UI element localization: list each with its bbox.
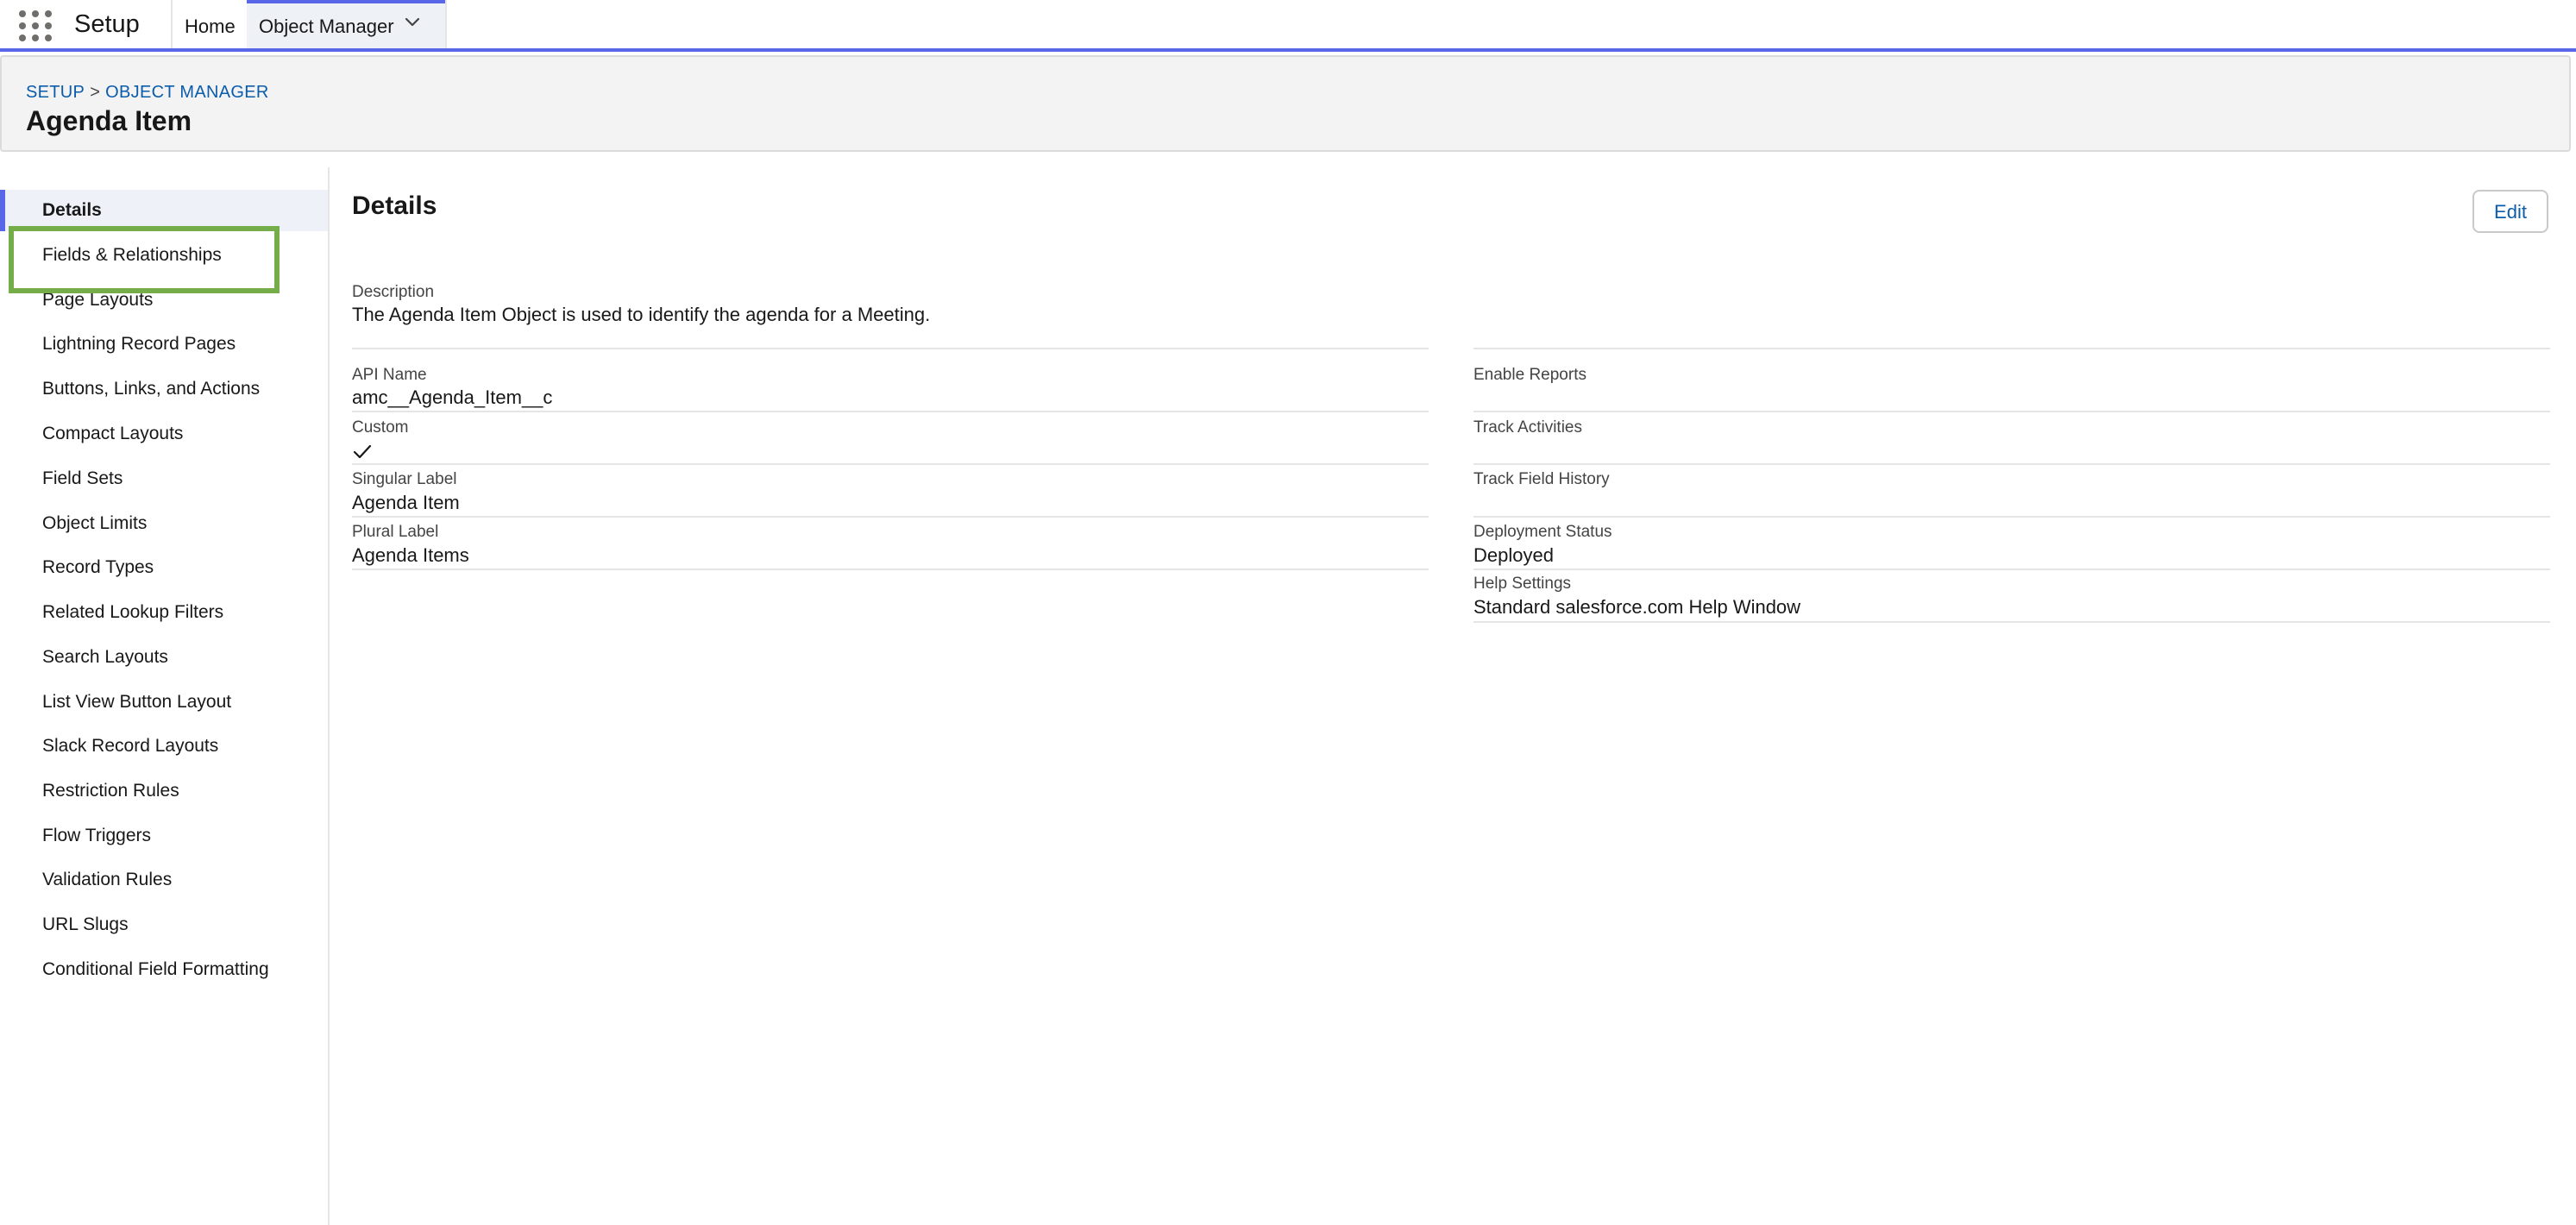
help-settings-value: Standard salesforce.com Help Window	[1473, 596, 1801, 618]
sidebar-item-label: Field Sets	[42, 468, 123, 488]
breadcrumb-object-manager-link[interactable]: OBJECT MANAGER	[105, 83, 268, 102]
custom-label: Custom	[352, 418, 409, 437]
track-field-history-label: Track Field History	[1473, 470, 1610, 488]
nav-divider	[171, 0, 173, 48]
sidebar-item-url-slugs[interactable]: URL Slugs	[0, 904, 328, 945]
sidebar-item-conditional-field-formatting[interactable]: Conditional Field Formatting	[0, 949, 328, 990]
sidebar-item-list-view-button-layout[interactable]: List View Button Layout	[0, 682, 328, 723]
sidebar-item-buttons-links-actions[interactable]: Buttons, Links, and Actions	[0, 368, 328, 410]
sidebar-item-label: Object Limits	[42, 513, 148, 533]
plural-label-value: Agenda Items	[352, 544, 469, 566]
page-header: SETUP > OBJECT MANAGER Agenda Item	[0, 55, 2571, 152]
plural-label-label: Plural Label	[352, 523, 439, 541]
sidebar-item-page-layouts[interactable]: Page Layouts	[0, 280, 328, 321]
nav-tab-home[interactable]: Home	[185, 16, 236, 38]
track-activities-label: Track Activities	[1473, 418, 1582, 437]
sidebar-item-fields-relationships[interactable]: Fields & Relationships	[0, 235, 328, 276]
sidebar-item-lightning-record-pages[interactable]: Lightning Record Pages	[0, 324, 328, 365]
nav-divider	[445, 0, 447, 48]
singular-label-value: Agenda Item	[352, 492, 460, 513]
field-divider	[352, 463, 1429, 465]
deployment-status-label: Deployment Status	[1473, 523, 1612, 541]
sidebar-item-related-lookup-filters[interactable]: Related Lookup Filters	[0, 592, 328, 633]
app-launcher-icon[interactable]	[19, 10, 52, 41]
sidebar-item-label: List View Button Layout	[42, 692, 232, 712]
sidebar-item-label: Buttons, Links, and Actions	[42, 379, 261, 399]
field-divider	[352, 348, 1429, 349]
page-title: Agenda Item	[26, 105, 192, 136]
sidebar-item-label: Compact Layouts	[42, 424, 184, 443]
breadcrumb-separator: >	[90, 83, 101, 102]
sidebar-item-details[interactable]: Details	[0, 190, 328, 231]
sidebar-item-field-sets[interactable]: Field Sets	[0, 458, 328, 499]
enable-reports-label: Enable Reports	[1473, 366, 1586, 384]
app-name: Setup	[74, 10, 140, 38]
details-heading: Details	[352, 192, 437, 220]
sidebar-item-label: Validation Rules	[42, 870, 173, 889]
api-name-label: API Name	[352, 366, 427, 384]
field-divider	[1473, 463, 2550, 465]
sidebar-item-label: Related Lookup Filters	[42, 602, 224, 622]
help-settings-label: Help Settings	[1473, 575, 1572, 593]
sidebar-item-flow-triggers[interactable]: Flow Triggers	[0, 815, 328, 857]
breadcrumb: SETUP > OBJECT MANAGER	[26, 83, 269, 103]
sidebar-item-label: Flow Triggers	[42, 826, 152, 845]
field-divider	[1473, 348, 2550, 349]
object-sidebar: Details Fields & Relationships Page Layo…	[0, 167, 330, 1225]
breadcrumb-setup-link[interactable]: SETUP	[26, 83, 85, 102]
sidebar-item-label: Fields & Relationships	[42, 245, 222, 265]
sidebar-item-compact-layouts[interactable]: Compact Layouts	[0, 413, 328, 455]
chevron-down-icon[interactable]	[402, 12, 423, 33]
checkmark-icon	[353, 444, 372, 459]
description-value: The Agenda Item Object is used to identi…	[352, 304, 931, 325]
field-divider	[1473, 411, 2550, 412]
sidebar-item-label: Record Types	[42, 557, 154, 577]
singular-label-label: Singular Label	[352, 470, 457, 488]
sidebar-item-label: Slack Record Layouts	[42, 736, 219, 756]
sidebar-item-label: Restriction Rules	[42, 781, 179, 801]
sidebar-item-label: Details	[42, 200, 102, 220]
sidebar-item-search-layouts[interactable]: Search Layouts	[0, 637, 328, 678]
sidebar-item-validation-rules[interactable]: Validation Rules	[0, 859, 328, 901]
nav-tab-label: Object Manager	[259, 16, 394, 37]
sidebar-item-restriction-rules[interactable]: Restriction Rules	[0, 770, 328, 812]
sidebar-item-label: URL Slugs	[42, 914, 129, 934]
field-divider	[352, 516, 1429, 518]
field-divider	[352, 411, 1429, 412]
sidebar-item-slack-record-layouts[interactable]: Slack Record Layouts	[0, 726, 328, 767]
field-divider	[1473, 621, 2550, 623]
sidebar-item-label: Search Layouts	[42, 647, 168, 667]
field-divider	[352, 569, 1429, 570]
sidebar-item-record-types[interactable]: Record Types	[0, 547, 328, 588]
global-header: Setup Home Object Manager	[0, 0, 2576, 52]
sidebar-item-object-limits[interactable]: Object Limits	[0, 503, 328, 544]
field-divider	[1473, 516, 2550, 518]
api-name-value: amc__Agenda_Item__c	[352, 386, 553, 408]
sidebar-item-label: Lightning Record Pages	[42, 334, 236, 354]
sidebar-item-label: Page Layouts	[42, 290, 154, 310]
edit-button[interactable]: Edit	[2472, 190, 2548, 233]
details-panel: Details Edit Description The Agenda Item…	[331, 167, 2571, 1225]
deployment-status-value: Deployed	[1473, 544, 1554, 566]
field-divider	[1473, 569, 2550, 570]
sidebar-item-label: Conditional Field Formatting	[42, 959, 269, 979]
description-label: Description	[352, 283, 435, 301]
nav-tab-object-manager[interactable]: Object Manager	[247, 0, 445, 48]
